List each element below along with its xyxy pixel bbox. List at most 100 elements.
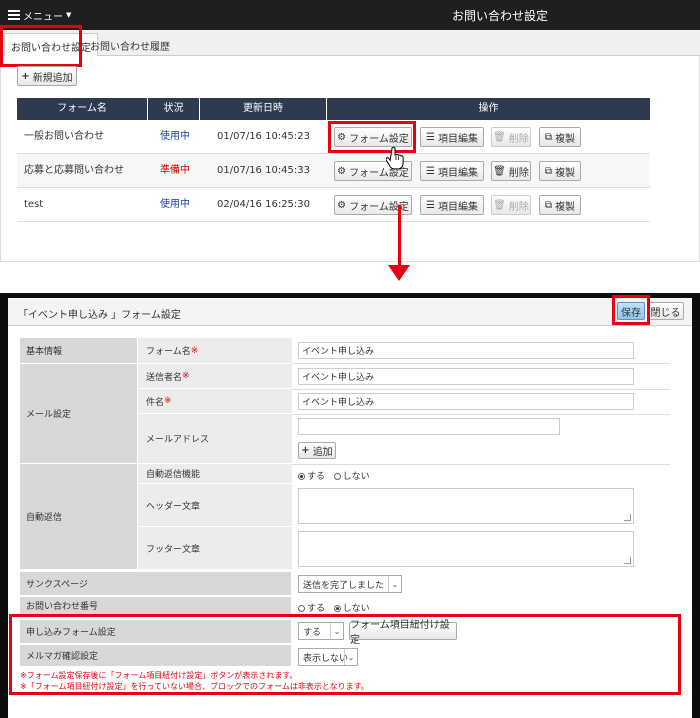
sender-name-text: 送信者名 bbox=[146, 372, 183, 383]
form-item-link-settings-button[interactable]: フォーム項目紐付け設定 bbox=[349, 620, 457, 646]
arrow-shaft bbox=[398, 205, 401, 267]
label-mail-address: メールアドレス bbox=[138, 414, 292, 464]
add-label: 追加 bbox=[312, 447, 333, 458]
label-auto-reply: 自動返信 bbox=[20, 464, 138, 570]
required-mark: ※ bbox=[164, 396, 172, 406]
required-mark: ※ bbox=[190, 345, 199, 356]
column-updated: 更新日時 bbox=[200, 98, 327, 120]
apply-form-select[interactable]: する ⌄ bbox=[298, 622, 344, 640]
note-line-2: ※「フォーム項目紐付け設定」を行っていない場合、ブロックでのフォームは非表示とな… bbox=[20, 682, 369, 691]
radio-checked-icon bbox=[333, 605, 341, 612]
required-mark: ※ bbox=[182, 371, 190, 381]
table-row: 一般お問い合わせ 使用中 01/07/16 10:45:23 ⚙ フォーム設定 ☰… bbox=[17, 120, 650, 154]
close-button[interactable]: 閉じる bbox=[647, 302, 684, 320]
add-new-label: 新規追加 bbox=[32, 72, 73, 84]
thanks-page-select[interactable]: 送信を完了しました ⌄ bbox=[298, 575, 402, 593]
footer-text-area[interactable] bbox=[298, 531, 634, 567]
label-header-text: ヘッダー文章 bbox=[138, 484, 292, 527]
gear-icon: ⚙ bbox=[337, 131, 347, 143]
chevron-down-icon: ⌄ bbox=[330, 623, 343, 639]
radio-label: しない bbox=[342, 604, 370, 614]
plus-icon: + bbox=[21, 70, 30, 82]
mail-address-input[interactable] bbox=[298, 418, 560, 435]
delete-button[interactable]: 🗑 削除 bbox=[491, 195, 531, 215]
duplicate-button[interactable]: ⧉ 複製 bbox=[539, 161, 581, 181]
select-value: 表示しない bbox=[303, 653, 349, 664]
form-name: test bbox=[24, 199, 44, 210]
tab-contact-history[interactable]: お問い合わせ履歴 bbox=[84, 33, 176, 56]
delete-label: 削除 bbox=[508, 201, 529, 213]
inquiry-number-on-radio[interactable]: する bbox=[298, 604, 325, 614]
list-icon: ☰ bbox=[426, 199, 435, 211]
divider bbox=[292, 389, 670, 390]
form-settings-button[interactable]: ⚙ フォーム設定 bbox=[334, 161, 412, 181]
edit-items-button[interactable]: ☰ 項目編集 bbox=[420, 161, 484, 181]
column-actions: 操作 bbox=[478, 103, 499, 114]
radio-checked-icon bbox=[298, 473, 305, 480]
caret-down-icon: ▼ bbox=[66, 11, 72, 19]
select-value: 送信を完了しました bbox=[303, 580, 385, 591]
inquiry-number-off-radio[interactable]: しない bbox=[333, 604, 370, 614]
label-apply-form-settings: 申し込みフォーム設定 bbox=[20, 620, 292, 644]
status-badge: 準備中 bbox=[160, 165, 190, 176]
menu-label: メニュー bbox=[23, 11, 63, 23]
divider bbox=[292, 414, 670, 415]
form-name-input[interactable]: イベント申し込み bbox=[298, 342, 634, 359]
label-sender-name: 送信者名 ※ bbox=[138, 364, 292, 389]
menu-button[interactable]: メニュー ▼ bbox=[8, 7, 71, 23]
add-new-button[interactable]: + 新規追加 bbox=[17, 66, 77, 86]
subject-text: 件名 bbox=[146, 397, 165, 408]
form-settings-label: フォーム設定 bbox=[349, 167, 409, 179]
duplicate-button[interactable]: ⧉ 複製 bbox=[539, 195, 581, 215]
form-name: 一般お問い合わせ bbox=[24, 131, 104, 142]
gear-icon: ⚙ bbox=[337, 199, 347, 211]
hamburger-icon bbox=[8, 10, 20, 20]
form-settings-label: フォーム設定 bbox=[349, 133, 409, 145]
label-subject: 件名 ※ bbox=[138, 389, 292, 414]
save-button[interactable]: 保存 bbox=[617, 302, 645, 320]
dialog-title: 「イベント申し込み 」フォーム設定 bbox=[18, 310, 181, 321]
delete-button[interactable]: 🗑 削除 bbox=[491, 161, 531, 181]
header-text-area[interactable] bbox=[298, 488, 634, 524]
updated-at: 01/07/16 10:45:23 bbox=[217, 131, 311, 142]
form-table-header: フォーム名 状況 更新日時 操作 bbox=[17, 98, 650, 120]
gear-icon: ⚙ bbox=[337, 165, 347, 177]
newsletter-select[interactable]: 表示しない ⌄ bbox=[298, 648, 358, 666]
duplicate-label: 複製 bbox=[555, 133, 576, 145]
delete-button[interactable]: 🗑 削除 bbox=[491, 127, 531, 147]
auto-reply-on-radio[interactable]: する bbox=[298, 472, 325, 482]
select-value: する bbox=[303, 627, 322, 638]
auto-reply-off-radio[interactable]: しない bbox=[333, 472, 370, 482]
edit-items-button[interactable]: ☰ 項目編集 bbox=[420, 195, 484, 215]
sender-name-input[interactable]: イベント申し込み bbox=[298, 368, 634, 385]
radio-unchecked-icon bbox=[298, 605, 305, 612]
chevron-down-icon: ⌄ bbox=[344, 649, 357, 665]
table-row: 応募と応募問い合わせ 準備中 01/07/16 10:45:33 ⚙ フォーム設定… bbox=[17, 154, 650, 188]
arrow-down-icon bbox=[388, 265, 410, 281]
edit-items-label: 項目編集 bbox=[437, 167, 478, 179]
inquiry-number-radio-group: する しない bbox=[298, 601, 370, 614]
chevron-down-icon: ⌄ bbox=[388, 576, 401, 592]
copy-icon: ⧉ bbox=[544, 165, 553, 177]
status-badge: 使用中 bbox=[160, 131, 190, 142]
form-settings-button[interactable]: ⚙ フォーム設定 bbox=[334, 127, 412, 147]
note-line-1: ※フォーム設定保存後に「フォーム項目紐付け設定」ボタンが表示されます。 bbox=[20, 671, 298, 680]
plus-icon: + bbox=[301, 445, 310, 456]
edit-items-button[interactable]: ☰ 項目編集 bbox=[420, 127, 484, 147]
radio-label: する bbox=[307, 604, 326, 614]
list-icon: ☰ bbox=[426, 165, 435, 177]
label-thanks-page: サンクスページ bbox=[20, 572, 292, 596]
label-mail-settings: メール設定 bbox=[20, 364, 138, 464]
updated-at: 01/07/16 10:45:33 bbox=[217, 165, 311, 176]
column-form-name: フォーム名 bbox=[17, 98, 148, 120]
duplicate-button[interactable]: ⧉ 複製 bbox=[539, 127, 581, 147]
delete-label: 削除 bbox=[508, 133, 529, 145]
trash-icon: 🗑 bbox=[493, 131, 506, 143]
updated-at: 02/04/16 16:25:30 bbox=[217, 199, 311, 210]
subject-input[interactable]: イベント申し込み bbox=[298, 393, 634, 410]
trash-icon: 🗑 bbox=[493, 165, 506, 177]
table-row: test 使用中 02/04/16 16:25:30 ⚙ フォーム設定 ☰ 項目編集… bbox=[17, 188, 650, 222]
add-address-button[interactable]: + 追加 bbox=[298, 442, 336, 459]
page-title: お問い合わせ設定 bbox=[451, 9, 548, 23]
status-badge: 使用中 bbox=[160, 199, 190, 210]
